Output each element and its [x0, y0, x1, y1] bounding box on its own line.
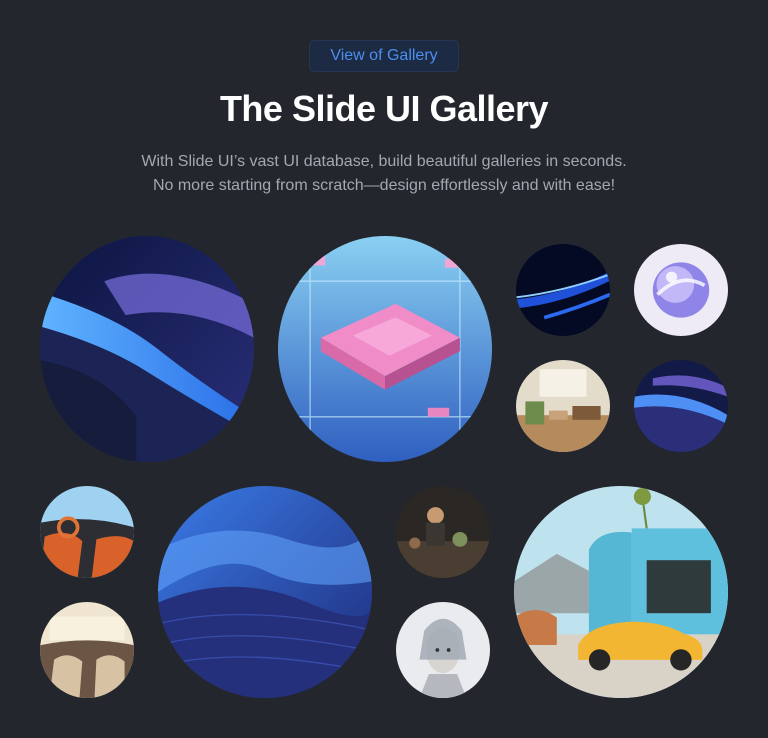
gallery-image-cyborg-woman[interactable] [396, 602, 490, 698]
subtitle-line-2: No more starting from scratch—design eff… [152, 177, 616, 194]
gallery-image-blue-sand-dunes[interactable] [158, 486, 372, 698]
gallery-image-car-interior-beige[interactable] [40, 602, 134, 698]
gallery-image-blue-light-streaks[interactable] [516, 244, 610, 336]
gallery-image-blue-abstract-waves[interactable] [40, 236, 254, 462]
gallery-image-car-interior-orange[interactable] [40, 486, 134, 578]
gallery-image-cozy-interior[interactable] [516, 360, 610, 452]
view-gallery-badge[interactable]: View of Gallery [309, 40, 459, 72]
page-subtitle: With Slide UI’s vast UI database, build … [0, 150, 768, 198]
gallery-image-circuit-chip[interactable] [278, 236, 492, 462]
gallery-image-blue-purple-waves[interactable] [634, 360, 728, 452]
gallery-image-sports-car-house[interactable] [514, 486, 728, 698]
subtitle-line-1: With Slide UI’s vast UI database, build … [141, 153, 627, 170]
gallery-image-artisan-workshop[interactable] [396, 486, 490, 578]
gallery-image-glass-sphere[interactable] [634, 244, 728, 336]
page-title: The Slide UI Gallery [219, 88, 549, 129]
